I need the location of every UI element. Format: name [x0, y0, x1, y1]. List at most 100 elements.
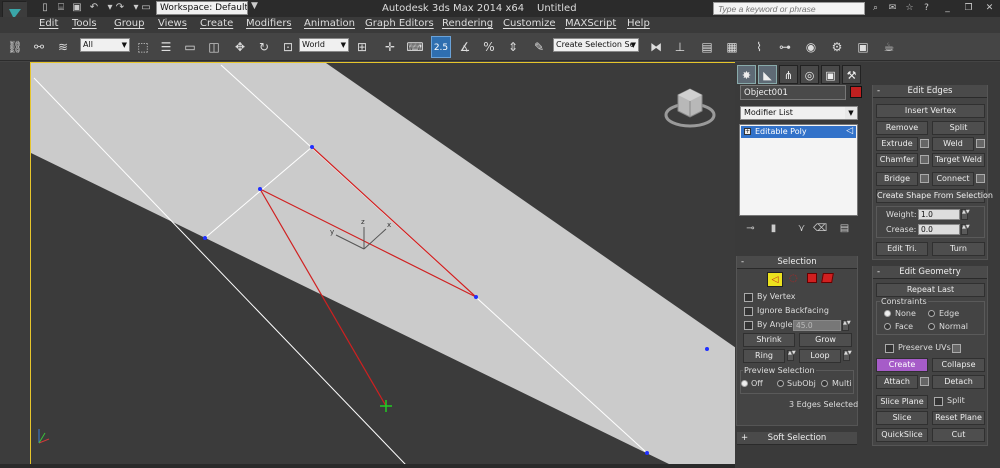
menu-group[interactable]: Group: [114, 18, 144, 29]
modifier-list-dropdown[interactable]: Modifier List ▼: [740, 106, 858, 120]
slice-button[interactable]: Slice: [876, 411, 928, 425]
selection-filter-dropdown[interactable]: All ▼: [80, 38, 130, 52]
menu-help[interactable]: Help: [627, 18, 650, 29]
object-color-swatch[interactable]: [850, 86, 862, 98]
selection-rollout-header[interactable]: - Selection: [737, 256, 857, 269]
angle-snap-icon[interactable]: ∡: [455, 36, 475, 58]
move-icon[interactable]: ✥: [230, 36, 250, 58]
constraint-none-radio[interactable]: [884, 310, 891, 317]
schematic-view-icon[interactable]: ⊶: [775, 36, 795, 58]
create-tab-icon[interactable]: ✸: [737, 65, 756, 84]
scale-icon[interactable]: ⊡: [278, 36, 298, 58]
polygon-mode-icon[interactable]: [807, 273, 817, 283]
vertex[interactable]: [705, 347, 709, 351]
loop-button[interactable]: Loop: [799, 349, 841, 363]
menu-graph-editors[interactable]: Graph Editors: [365, 18, 434, 29]
save-icon[interactable]: ▣: [71, 2, 83, 14]
show-end-result-icon[interactable]: ▮: [767, 222, 780, 235]
create-button[interactable]: Create: [876, 358, 928, 372]
pivot-center-icon[interactable]: ⊞: [352, 36, 372, 58]
weld-settings-icon[interactable]: [976, 139, 985, 148]
vertex[interactable]: [258, 187, 262, 191]
constraint-normal-radio[interactable]: [928, 323, 935, 330]
spinner-snap-icon[interactable]: ⇕: [503, 36, 523, 58]
search-icon[interactable]: ⌕: [869, 2, 882, 15]
window-crossing-icon[interactable]: ◫: [204, 36, 224, 58]
curve-editor-icon[interactable]: ⌇: [749, 36, 769, 58]
create-shape-button[interactable]: Create Shape From Selection: [876, 189, 993, 203]
preview-multi-radio[interactable]: [821, 380, 828, 387]
edit-edges-rollout-header[interactable]: - Edit Edges: [873, 85, 987, 98]
redo-icon[interactable]: ↷: [114, 2, 126, 14]
mirror-icon[interactable]: ⧓: [646, 36, 666, 58]
attach-button[interactable]: Attach: [876, 375, 918, 389]
perspective-viewport[interactable]: z x y: [30, 62, 735, 464]
edit-geometry-rollout-header[interactable]: - Edit Geometry: [873, 266, 987, 279]
collapse-button[interactable]: Collapse: [932, 358, 985, 372]
menu-rendering[interactable]: Rendering: [442, 18, 493, 29]
graphite-ribbon-icon[interactable]: ▦: [722, 36, 742, 58]
quick-access-customize-icon[interactable]: ▼: [251, 1, 258, 11]
close-icon[interactable]: ✕: [983, 2, 996, 15]
loop-spinner-icon[interactable]: ▲▼: [843, 350, 852, 361]
weight-spinner[interactable]: 1.0: [918, 209, 960, 220]
vertex[interactable]: [310, 145, 314, 149]
render-setup-icon[interactable]: ⚙: [827, 36, 847, 58]
edit-named-selection-icon[interactable]: ✎: [529, 36, 549, 58]
workspace-dropdown[interactable]: Workspace: Default: [156, 1, 248, 15]
turn-button[interactable]: Turn: [932, 242, 985, 256]
make-unique-icon[interactable]: ⋎: [795, 222, 808, 235]
shrink-button[interactable]: Shrink: [743, 333, 795, 347]
insert-vertex-button[interactable]: Insert Vertex: [876, 104, 985, 118]
help-icon[interactable]: ?: [920, 2, 933, 15]
vertex[interactable]: [474, 295, 478, 299]
border-mode-icon[interactable]: ◌: [789, 273, 801, 285]
constraint-face-radio[interactable]: [884, 323, 891, 330]
chamfer-settings-icon[interactable]: [920, 155, 929, 164]
utilities-tab-icon[interactable]: ⚒: [842, 65, 861, 84]
bridge-settings-icon[interactable]: [920, 174, 929, 183]
modify-tab-icon[interactable]: ◣: [758, 65, 777, 84]
menu-edit[interactable]: Edit: [39, 18, 58, 29]
preserve-uvs-checkbox[interactable]: [885, 344, 894, 353]
bind-space-warp-icon[interactable]: ≋: [53, 36, 73, 58]
edit-tri-button[interactable]: Edit Tri.: [876, 242, 928, 256]
repeat-last-button[interactable]: Repeat Last: [876, 283, 985, 297]
new-icon[interactable]: ▯: [39, 2, 51, 14]
element-mode-icon[interactable]: [821, 273, 834, 283]
material-editor-icon[interactable]: ◉: [801, 36, 821, 58]
quickslice-button[interactable]: QuickSlice: [876, 428, 928, 442]
select-by-name-icon[interactable]: ☰: [156, 36, 176, 58]
menu-create[interactable]: Create: [200, 18, 233, 29]
reset-plane-button[interactable]: Reset Plane: [932, 411, 985, 425]
connect-button[interactable]: Connect: [932, 172, 974, 186]
reference-coordinate-dropdown[interactable]: World ▼: [299, 38, 349, 52]
split-checkbox[interactable]: [934, 397, 943, 406]
object-name-field[interactable]: Object001: [740, 85, 846, 100]
by-vertex-checkbox[interactable]: [744, 293, 753, 302]
extrude-button[interactable]: Extrude: [876, 137, 918, 151]
rectangular-selection-icon[interactable]: ▭: [180, 36, 200, 58]
by-angle-spinner[interactable]: 45.0: [793, 320, 841, 331]
rendered-frame-window-icon[interactable]: ▣: [853, 36, 873, 58]
preview-off-radio[interactable]: [741, 380, 748, 387]
undo-icon[interactable]: ↶: [88, 2, 100, 14]
menu-customize[interactable]: Customize: [503, 18, 556, 29]
connect-settings-icon[interactable]: [976, 174, 985, 183]
minimize-icon[interactable]: _: [941, 2, 954, 15]
align-icon[interactable]: ⊥: [670, 36, 690, 58]
slice-plane-button[interactable]: Slice Plane: [876, 395, 928, 409]
communication-center-icon[interactable]: ✉: [886, 2, 899, 15]
split-edges-button[interactable]: Split: [932, 121, 985, 135]
vertex[interactable]: [203, 236, 207, 240]
edge-mode-icon[interactable]: ◁: [767, 272, 783, 287]
open-icon[interactable]: ⌸: [55, 2, 67, 14]
constraint-edge-radio[interactable]: [928, 310, 935, 317]
menu-animation[interactable]: Animation: [304, 18, 355, 29]
by-angle-checkbox[interactable]: [744, 321, 753, 330]
expand-icon[interactable]: +: [744, 128, 751, 135]
soft-selection-rollout-header[interactable]: + Soft Selection: [737, 432, 857, 445]
crease-spinner[interactable]: 0.0: [918, 224, 960, 235]
ring-spinner-icon[interactable]: ▲▼: [787, 350, 796, 361]
remove-button[interactable]: Remove: [876, 121, 928, 135]
